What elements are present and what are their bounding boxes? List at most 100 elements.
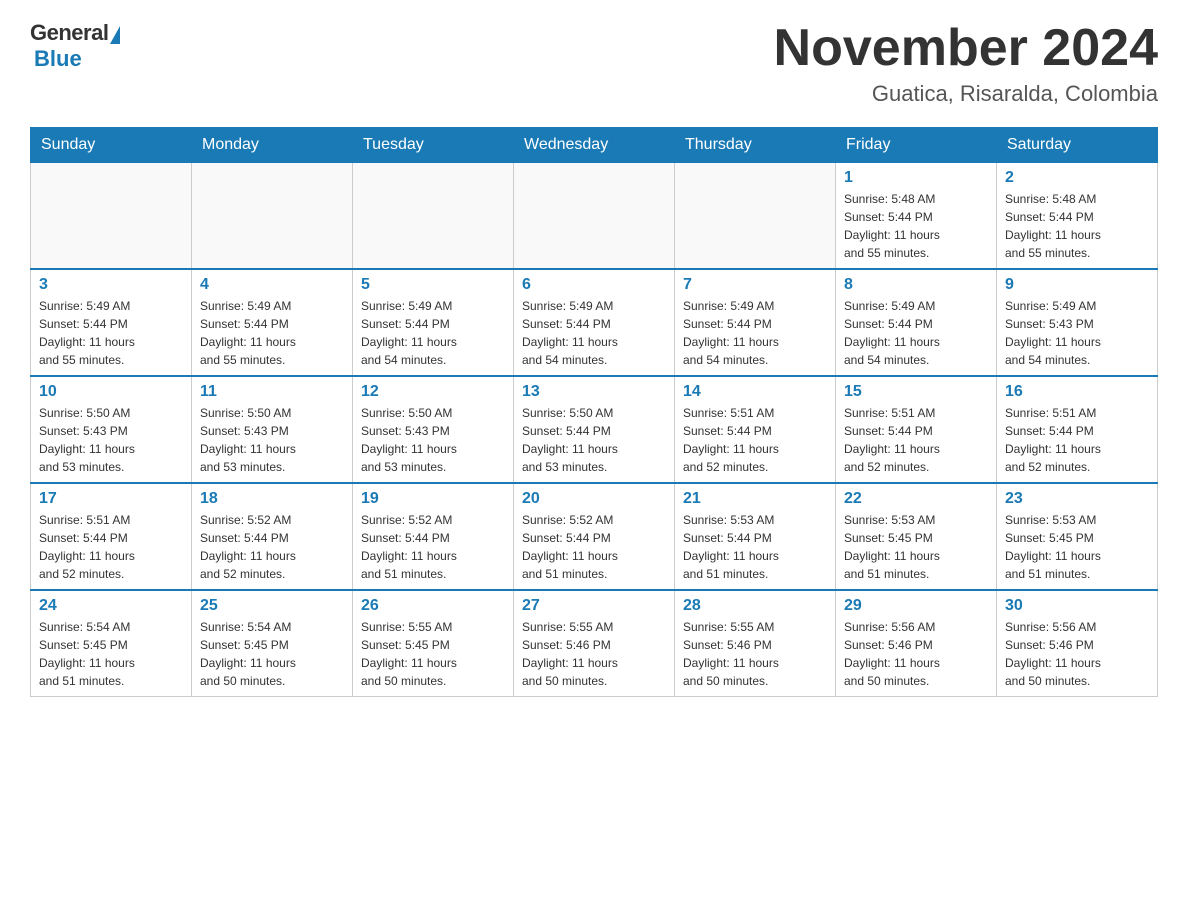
day-number: 8 bbox=[844, 276, 988, 294]
logo-triangle-icon bbox=[110, 26, 120, 44]
day-info: Sunrise: 5:53 AMSunset: 5:44 PMDaylight:… bbox=[683, 511, 827, 583]
table-row: 23Sunrise: 5:53 AMSunset: 5:45 PMDayligh… bbox=[997, 483, 1158, 590]
weekday-header-saturday: Saturday bbox=[997, 128, 1158, 163]
week-row-4: 17 Sunrise: 5:51 AMSunset: 5:44 PMDayligh… bbox=[31, 483, 1158, 590]
table-row: 1 Sunrise: 5:48 AMSunset: 5:44 PMDaylight… bbox=[836, 163, 997, 270]
table-row: 5 Sunrise: 5:49 AMSunset: 5:44 PMDaylight… bbox=[353, 269, 514, 376]
day-info: Sunrise: 5:49 AMSunset: 5:44 PMDaylight:… bbox=[361, 297, 505, 369]
day-info: Sunrise: 5:54 AMSunset: 5:45 PMDaylight:… bbox=[200, 618, 344, 690]
weekday-header-row: SundayMondayTuesdayWednesdayThursdayFrid… bbox=[31, 128, 1158, 163]
day-number: 21 bbox=[683, 490, 827, 508]
day-number: 25 bbox=[200, 597, 344, 615]
table-row bbox=[675, 163, 836, 270]
table-row: 7Sunrise: 5:49 AMSunset: 5:44 PMDaylight… bbox=[675, 269, 836, 376]
table-row: 26Sunrise: 5:55 AMSunset: 5:45 PMDayligh… bbox=[353, 590, 514, 697]
day-number: 24 bbox=[39, 597, 183, 615]
calendar-subtitle: Guatica, Risaralda, Colombia bbox=[774, 81, 1158, 107]
table-row: 21 Sunrise: 5:53 AMSunset: 5:44 PMDayligh… bbox=[675, 483, 836, 590]
day-number: 29 bbox=[844, 597, 988, 615]
table-row: 4 Sunrise: 5:49 AMSunset: 5:44 PMDaylight… bbox=[192, 269, 353, 376]
day-info: Sunrise: 5:49 AMSunset: 5:44 PMDaylight:… bbox=[844, 297, 988, 369]
day-number: 22 bbox=[844, 490, 988, 508]
week-row-1: 1 Sunrise: 5:48 AMSunset: 5:44 PMDaylight… bbox=[31, 163, 1158, 270]
day-info: Sunrise: 5:52 AMSunset: 5:44 PMDaylight:… bbox=[200, 511, 344, 583]
day-info: Sunrise: 5:48 AMSunset: 5:44 PMDaylight:… bbox=[844, 190, 988, 262]
day-number: 3 bbox=[39, 276, 183, 294]
day-number: 28 bbox=[683, 597, 827, 615]
table-row: 6Sunrise: 5:49 AMSunset: 5:44 PMDaylight… bbox=[514, 269, 675, 376]
day-info: Sunrise: 5:49 AMSunset: 5:43 PMDaylight:… bbox=[1005, 297, 1149, 369]
weekday-header-friday: Friday bbox=[836, 128, 997, 163]
day-number: 14 bbox=[683, 383, 827, 401]
title-block: November 2024 Guatica, Risaralda, Colomb… bbox=[774, 20, 1158, 107]
week-row-3: 10 Sunrise: 5:50 AMSunset: 5:43 PMDayligh… bbox=[31, 376, 1158, 483]
day-number: 12 bbox=[361, 383, 505, 401]
day-info: Sunrise: 5:55 AMSunset: 5:45 PMDaylight:… bbox=[361, 618, 505, 690]
day-info: Sunrise: 5:54 AMSunset: 5:45 PMDaylight:… bbox=[39, 618, 183, 690]
day-info: Sunrise: 5:55 AMSunset: 5:46 PMDaylight:… bbox=[522, 618, 666, 690]
day-number: 27 bbox=[522, 597, 666, 615]
table-row: 14Sunrise: 5:51 AMSunset: 5:44 PMDayligh… bbox=[675, 376, 836, 483]
table-row: 30 Sunrise: 5:56 AMSunset: 5:46 PMDayligh… bbox=[997, 590, 1158, 697]
table-row: 29 Sunrise: 5:56 AMSunset: 5:46 PMDayligh… bbox=[836, 590, 997, 697]
day-number: 20 bbox=[522, 490, 666, 508]
day-info: Sunrise: 5:49 AMSunset: 5:44 PMDaylight:… bbox=[39, 297, 183, 369]
day-number: 17 bbox=[39, 490, 183, 508]
calendar-title: November 2024 bbox=[774, 20, 1158, 77]
day-number: 5 bbox=[361, 276, 505, 294]
day-info: Sunrise: 5:50 AMSunset: 5:44 PMDaylight:… bbox=[522, 404, 666, 476]
table-row: 2 Sunrise: 5:48 AMSunset: 5:44 PMDaylight… bbox=[997, 163, 1158, 270]
table-row bbox=[192, 163, 353, 270]
weekday-header-wednesday: Wednesday bbox=[514, 128, 675, 163]
day-info: Sunrise: 5:55 AMSunset: 5:46 PMDaylight:… bbox=[683, 618, 827, 690]
day-number: 19 bbox=[361, 490, 505, 508]
day-number: 4 bbox=[200, 276, 344, 294]
day-info: Sunrise: 5:49 AMSunset: 5:44 PMDaylight:… bbox=[522, 297, 666, 369]
table-row: 11Sunrise: 5:50 AMSunset: 5:43 PMDayligh… bbox=[192, 376, 353, 483]
day-number: 2 bbox=[1005, 169, 1149, 187]
day-number: 15 bbox=[844, 383, 988, 401]
logo: General Blue bbox=[30, 20, 120, 72]
day-number: 7 bbox=[683, 276, 827, 294]
table-row: 28 Sunrise: 5:55 AMSunset: 5:46 PMDayligh… bbox=[675, 590, 836, 697]
day-info: Sunrise: 5:48 AMSunset: 5:44 PMDaylight:… bbox=[1005, 190, 1149, 262]
day-info: Sunrise: 5:51 AMSunset: 5:44 PMDaylight:… bbox=[844, 404, 988, 476]
table-row bbox=[514, 163, 675, 270]
page-header: General Blue November 2024 Guatica, Risa… bbox=[30, 20, 1158, 107]
table-row bbox=[31, 163, 192, 270]
table-row: 16 Sunrise: 5:51 AMSunset: 5:44 PMDayligh… bbox=[997, 376, 1158, 483]
day-number: 30 bbox=[1005, 597, 1149, 615]
day-number: 23 bbox=[1005, 490, 1149, 508]
day-number: 1 bbox=[844, 169, 988, 187]
table-row: 24 Sunrise: 5:54 AMSunset: 5:45 PMDayligh… bbox=[31, 590, 192, 697]
logo-general-text: General bbox=[30, 20, 108, 46]
day-info: Sunrise: 5:52 AMSunset: 5:44 PMDaylight:… bbox=[522, 511, 666, 583]
week-row-2: 3 Sunrise: 5:49 AMSunset: 5:44 PMDaylight… bbox=[31, 269, 1158, 376]
day-info: Sunrise: 5:50 AMSunset: 5:43 PMDaylight:… bbox=[361, 404, 505, 476]
day-info: Sunrise: 5:51 AMSunset: 5:44 PMDaylight:… bbox=[1005, 404, 1149, 476]
table-row: 10Sunrise: 5:50 AMSunset: 5:43 PMDayligh… bbox=[31, 376, 192, 483]
logo-blue-text: Blue bbox=[34, 46, 82, 72]
day-number: 10 bbox=[39, 383, 183, 401]
day-info: Sunrise: 5:56 AMSunset: 5:46 PMDaylight:… bbox=[1005, 618, 1149, 690]
table-row: 20 Sunrise: 5:52 AMSunset: 5:44 PMDayligh… bbox=[514, 483, 675, 590]
day-info: Sunrise: 5:52 AMSunset: 5:44 PMDaylight:… bbox=[361, 511, 505, 583]
weekday-header-tuesday: Tuesday bbox=[353, 128, 514, 163]
calendar-body: 1 Sunrise: 5:48 AMSunset: 5:44 PMDaylight… bbox=[31, 163, 1158, 697]
day-info: Sunrise: 5:56 AMSunset: 5:46 PMDaylight:… bbox=[844, 618, 988, 690]
day-number: 11 bbox=[200, 383, 344, 401]
table-row: 17 Sunrise: 5:51 AMSunset: 5:44 PMDayligh… bbox=[31, 483, 192, 590]
table-row: 3 Sunrise: 5:49 AMSunset: 5:44 PMDaylight… bbox=[31, 269, 192, 376]
table-row: 22 Sunrise: 5:53 AMSunset: 5:45 PMDayligh… bbox=[836, 483, 997, 590]
day-info: Sunrise: 5:49 AMSunset: 5:44 PMDaylight:… bbox=[200, 297, 344, 369]
table-row: 19 Sunrise: 5:52 AMSunset: 5:44 PMDayligh… bbox=[353, 483, 514, 590]
day-number: 18 bbox=[200, 490, 344, 508]
calendar-header: SundayMondayTuesdayWednesdayThursdayFrid… bbox=[31, 128, 1158, 163]
day-info: Sunrise: 5:51 AMSunset: 5:44 PMDaylight:… bbox=[39, 511, 183, 583]
week-row-5: 24 Sunrise: 5:54 AMSunset: 5:45 PMDayligh… bbox=[31, 590, 1158, 697]
day-number: 16 bbox=[1005, 383, 1149, 401]
day-number: 13 bbox=[522, 383, 666, 401]
day-info: Sunrise: 5:53 AMSunset: 5:45 PMDaylight:… bbox=[844, 511, 988, 583]
table-row: 9Sunrise: 5:49 AMSunset: 5:43 PMDaylight… bbox=[997, 269, 1158, 376]
weekday-header-monday: Monday bbox=[192, 128, 353, 163]
